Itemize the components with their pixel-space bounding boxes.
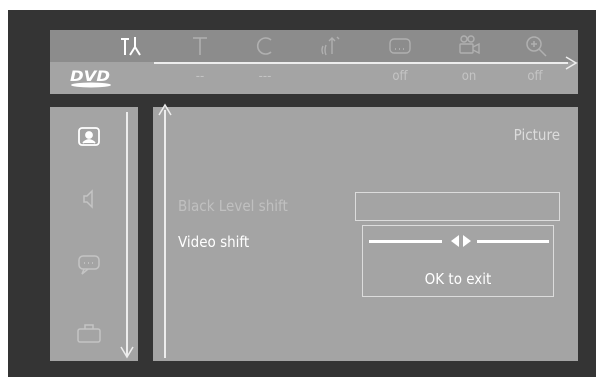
status-subtitle-value: off xyxy=(392,69,408,84)
picture-icon[interactable] xyxy=(75,124,103,150)
video-shift-slider-left[interactable] xyxy=(369,240,442,243)
black-level-shift-field[interactable] xyxy=(355,192,560,221)
panel-scroll-line xyxy=(164,110,166,358)
scroll-right-arrow-icon xyxy=(565,56,578,70)
status-title-value: -- xyxy=(195,69,205,84)
topbar-scroll-line xyxy=(154,62,568,64)
zoom-icon[interactable] xyxy=(522,33,550,59)
video-shift-slider-right[interactable] xyxy=(477,240,549,243)
audio-icon[interactable] xyxy=(316,33,344,59)
sidebar-scroll-line xyxy=(126,112,128,356)
menu-item-video-shift[interactable]: Video shift xyxy=(178,232,249,252)
briefcase-icon[interactable] xyxy=(75,320,103,346)
subtitle-icon[interactable] xyxy=(386,33,414,59)
speech-bubble-icon[interactable] xyxy=(75,252,103,278)
text-t-icon[interactable] xyxy=(186,33,214,59)
c-icon[interactable] xyxy=(251,33,279,59)
settings-tools-icon[interactable] xyxy=(116,33,144,59)
dvd-logo: DVD xyxy=(70,69,111,88)
left-right-arrows-icon xyxy=(451,235,471,247)
panel-title: Picture xyxy=(513,126,560,144)
camera-angle-icon[interactable] xyxy=(455,33,483,59)
status-zoom-value: off xyxy=(527,69,543,84)
ok-to-exit-hint: OK to exit xyxy=(424,270,492,288)
speaker-icon[interactable] xyxy=(75,186,103,212)
status-chapter-value: --- xyxy=(258,69,272,84)
scroll-down-arrow-icon xyxy=(120,346,134,359)
scroll-up-arrow-icon xyxy=(158,103,172,116)
status-angle-value: on xyxy=(461,69,477,84)
menu-item-black-level-shift[interactable]: Black Level shift xyxy=(178,196,288,216)
